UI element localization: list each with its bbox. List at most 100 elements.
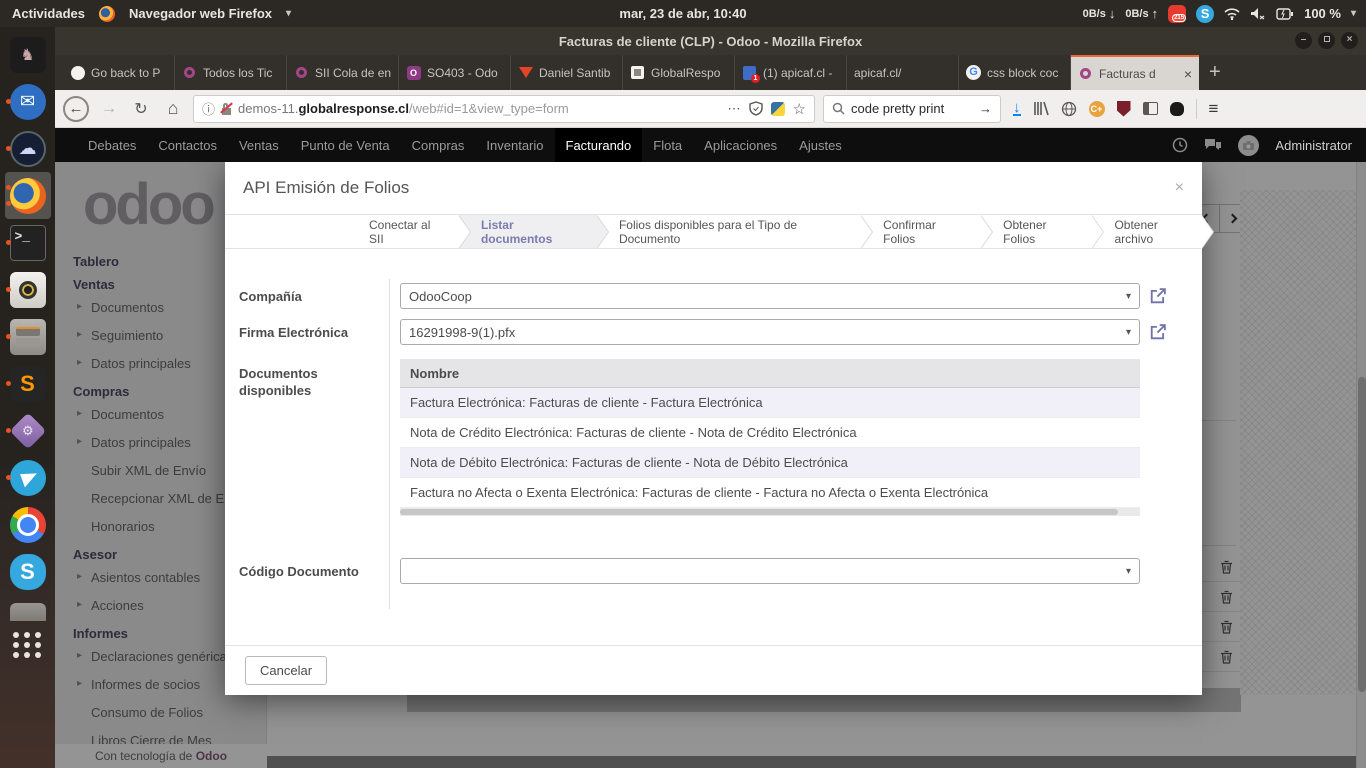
dock-item-cloud-app[interactable]: ☁ [5, 125, 51, 172]
more-options-icon[interactable]: ⋯ [728, 101, 741, 117]
search-value[interactable]: code pretty print [851, 101, 973, 116]
documento-row[interactable]: Factura Electrónica: Facturas de cliente… [400, 388, 1140, 418]
close-window-button[interactable]: × [1341, 32, 1358, 49]
dock-item-partial[interactable] [5, 595, 51, 621]
search-bar[interactable]: code pretty print → [823, 95, 1001, 123]
tab-todos-los-tickets[interactable]: Todos los Tic [175, 55, 287, 90]
table-horizontal-scrollbar[interactable] [400, 508, 1140, 516]
tab-globalresponse[interactable]: GlobalRespo [623, 55, 735, 90]
step-obtener-folios[interactable]: Obtener Folios [981, 215, 1092, 248]
tab-facturas-active[interactable]: Facturas d× [1071, 55, 1199, 90]
messages-icon[interactable] [1204, 138, 1222, 152]
window-title: Facturas de cliente (CLP) - Odoo - Mozil… [559, 34, 862, 49]
tab-sii-cola[interactable]: SII Cola de en [287, 55, 399, 90]
firma-external-link-button[interactable] [1140, 324, 1176, 340]
firma-electronica-select[interactable]: 16291998-9(1).pfx ▾ [400, 319, 1140, 345]
dock-item-terminal[interactable]: >_ [5, 219, 51, 266]
sidebar-toggle-icon[interactable] [1143, 102, 1158, 115]
column-header-nombre[interactable]: Nombre [400, 359, 1140, 388]
nav-item-aplicaciones[interactable]: Aplicaciones [693, 128, 788, 162]
wifi-icon[interactable] [1224, 7, 1240, 20]
new-tab-button[interactable]: + [1199, 55, 1231, 90]
current-user-name[interactable]: Administrator [1275, 138, 1352, 153]
gnome-foot-addon-icon[interactable] [1170, 102, 1184, 116]
firefox-app-icon [99, 6, 115, 22]
step-confirmar-folios[interactable]: Confirmar Folios [861, 215, 981, 248]
compania-external-link-button[interactable] [1140, 288, 1176, 304]
step-listar-documentos[interactable]: Listar documentos [459, 215, 597, 248]
reload-button[interactable]: ↻ [129, 99, 153, 119]
system-menu-caret-icon[interactable]: ▾ [1351, 8, 1356, 19]
library-icon[interactable] [1033, 101, 1049, 116]
step-folios-disponibles[interactable]: Folios disponibles para el Tipo de Docum… [597, 215, 861, 248]
nav-item-flota[interactable]: Flota [642, 128, 693, 162]
show-applications-button[interactable] [5, 621, 51, 668]
tab-so403[interactable]: OSO403 - Odo [399, 55, 511, 90]
bookmark-star-icon[interactable]: ☆ [793, 100, 806, 118]
tab-google-search[interactable]: Gcss block coc [959, 55, 1071, 90]
activity-clock-icon[interactable] [1172, 137, 1188, 153]
nav-item-facturando[interactable]: Facturando [555, 128, 643, 162]
tracking-shield-icon[interactable] [749, 101, 763, 116]
documento-row[interactable]: Factura no Afecta o Exenta Electrónica: … [400, 478, 1140, 508]
volume-muted-icon[interactable] [1250, 7, 1266, 20]
nav-item-compras[interactable]: Compras [401, 128, 476, 162]
dock-item-sublime[interactable]: S [5, 360, 51, 407]
dock-item-audio-app[interactable] [5, 266, 51, 313]
system-clock[interactable]: mar, 23 de abr, 10:40 [420, 6, 946, 21]
nav-item-contactos[interactable]: Contactos [147, 128, 228, 162]
documento-row[interactable]: Nota de Crédito Electrónica: Facturas de… [400, 418, 1140, 448]
net-up-speed: 0B/s [1125, 8, 1148, 20]
clearurls-addon-icon[interactable]: C+ [1089, 101, 1105, 117]
tab-apicaf[interactable]: apicaf.cl/ [847, 55, 959, 90]
downloads-icon[interactable]: ↓ [1013, 101, 1021, 116]
codigo-documento-select[interactable]: ▾ [400, 558, 1140, 584]
compania-select[interactable]: OdooCoop ▾ [400, 283, 1140, 309]
cancel-button[interactable]: Cancelar [245, 656, 327, 685]
insecure-lock-icon[interactable] [221, 103, 232, 115]
tab-apicaf-mail[interactable]: 1(1) apicaf.cl - [735, 55, 847, 90]
dock-item-package-app[interactable]: ⚙ [5, 407, 51, 454]
globe-addon-icon[interactable] [1061, 101, 1077, 117]
nav-item-debates[interactable]: Debates [77, 128, 147, 162]
close-dialog-icon[interactable]: × [1175, 179, 1184, 197]
url-text[interactable]: demos-11.globalresponse.cl/web#id=1&view… [238, 101, 722, 116]
dock-item-media-app[interactable]: ♞ [5, 31, 51, 78]
back-button[interactable]: ← [63, 96, 89, 122]
dock-item-thunderbird[interactable]: ✉ [5, 78, 51, 125]
step-conectar-al-sii[interactable]: Conectar al SII [347, 215, 459, 248]
dock-item-firefox[interactable] [5, 172, 51, 219]
page-info-icon[interactable]: ⓘ [202, 99, 215, 118]
nav-item-inventario[interactable]: Inventario [475, 128, 554, 162]
dock-item-file-cabinet[interactable] [5, 313, 51, 360]
home-button[interactable]: ⌂ [161, 98, 185, 119]
step-obtener-archivo[interactable]: Obtener archivo [1092, 215, 1202, 248]
activities-button[interactable]: Actividades [12, 6, 85, 21]
close-tab-icon[interactable]: × [1184, 66, 1192, 82]
tray-app-icon[interactable]: 215 [1168, 5, 1186, 23]
nav-item-ventas[interactable]: Ventas [228, 128, 290, 162]
nav-item-punto-de-venta[interactable]: Punto de Venta [290, 128, 401, 162]
dock-item-chrome[interactable] [5, 501, 51, 548]
documento-row[interactable]: Nota de Débito Electrónica: Facturas de … [400, 448, 1140, 478]
nav-item-ajustes[interactable]: Ajustes [788, 128, 853, 162]
search-go-icon[interactable]: → [979, 101, 992, 116]
skype-tray-icon[interactable]: S [1196, 5, 1214, 23]
window-titlebar[interactable]: Facturas de cliente (CLP) - Odoo - Mozil… [55, 27, 1366, 55]
app-menu[interactable]: Navegador web Firefox [129, 6, 272, 21]
ublock-addon-icon[interactable] [1117, 101, 1131, 117]
menu-button[interactable]: ≡ [1209, 99, 1219, 119]
url-bar[interactable]: ⓘ demos-11.globalresponse.cl/web#id=1&vi… [193, 95, 815, 123]
tab-gitlab[interactable]: Daniel Santib [511, 55, 623, 90]
dock-item-skype[interactable]: S [5, 548, 51, 595]
battery-icon[interactable] [1276, 8, 1294, 20]
tab-github[interactable]: Go back to P [63, 55, 175, 90]
maximize-button[interactable] [1318, 32, 1335, 49]
dock-item-telegram[interactable] [5, 454, 51, 501]
user-avatar[interactable] [1238, 135, 1259, 156]
python-addon-icon[interactable] [771, 102, 785, 116]
minimize-button[interactable]: – [1295, 32, 1312, 49]
system-bar: Actividades Navegador web Firefox ▾ mar,… [0, 0, 1366, 27]
skype-icon: S [10, 554, 46, 590]
forward-button[interactable]: → [97, 100, 121, 118]
